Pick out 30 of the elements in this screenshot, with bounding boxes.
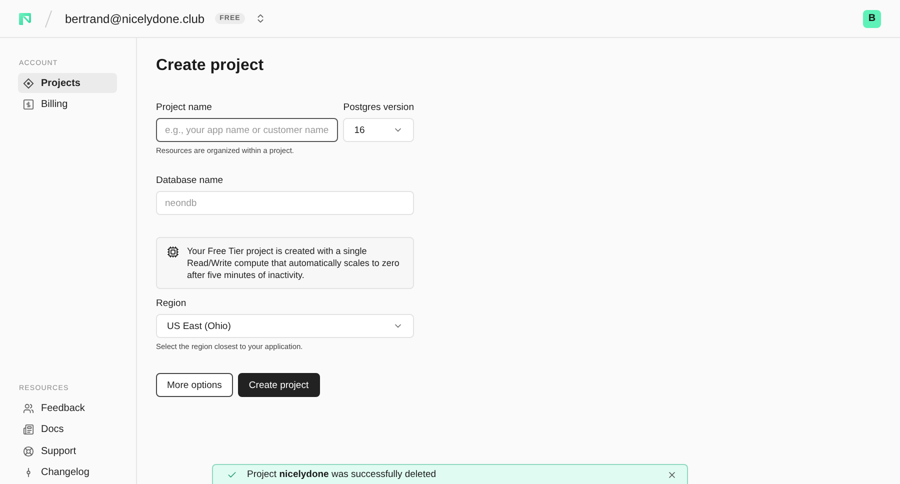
lifebuoy-icon — [23, 446, 34, 456]
chip-icon — [167, 246, 179, 258]
logo-icon — [18, 12, 32, 26]
field-label: Postgres version — [343, 102, 414, 113]
sidebar-item[interactable]: Docs — [18, 420, 117, 440]
sidebar-item[interactable]: Changelog — [18, 462, 117, 482]
check-icon — [227, 470, 237, 480]
user-avatar[interactable]: B — [863, 10, 881, 28]
field-label: Project name — [156, 102, 213, 113]
close-icon[interactable] — [667, 470, 677, 480]
sidebar-item[interactable]: Feedback — [18, 398, 117, 418]
diamond-nodes-icon — [23, 78, 34, 88]
sidebar-item[interactable]: Projects — [18, 73, 117, 93]
region-select[interactable]: US East (Ohio) — [156, 314, 414, 338]
field-label: Database name — [156, 175, 224, 186]
account-email: bertrand@nicelydone.club — [65, 12, 205, 26]
page-title: Create project — [156, 57, 265, 75]
people-icon — [23, 402, 34, 414]
database-name-field[interactable]: neondb — [156, 191, 414, 215]
toast-message: Project nicelydone was successfully deleted — [247, 469, 436, 480]
notice-text: Your Free Tier project is created with a single Read/Write compute that automatically scales to zero after five minutes of inactivity. — [187, 245, 400, 281]
document-icon — [23, 424, 34, 435]
options-button[interactable]: More options — [156, 373, 233, 397]
sidebar-item[interactable]: Billing — [18, 94, 117, 114]
field-label: Region — [156, 298, 188, 309]
dollar-square-icon — [23, 99, 34, 110]
version-select[interactable]: 16 — [343, 118, 414, 142]
create-button[interactable]: Create project — [238, 373, 320, 397]
sidebar-item[interactable]: Support — [18, 441, 117, 461]
project-name-field[interactable]: e.g., your app name or customer name — [156, 118, 338, 142]
